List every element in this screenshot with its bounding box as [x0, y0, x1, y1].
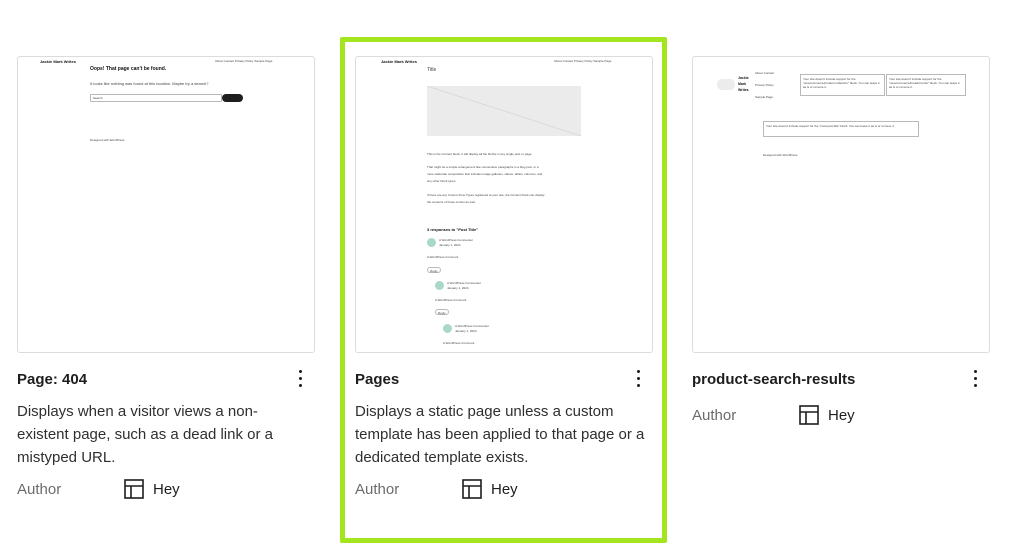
comment-date: January 1, 2024 [439, 243, 461, 247]
avatar [435, 281, 444, 290]
reply-pill: Reply [427, 267, 441, 273]
comment-date: January 1, 2024 [447, 286, 469, 290]
preview-paragraph-3a: If there are any Custom Post Types regis… [427, 193, 545, 197]
card-title[interactable]: Page: 404 [17, 371, 87, 388]
preview-nav: About Contact Privacy Policy Sample Page [215, 59, 273, 63]
preview-nav: About Contact Privacy Policy Sample Page [554, 59, 612, 63]
preview-nav-1: About Contact [755, 71, 775, 75]
template-preview[interactable]: Jackie Mark Writes About Contact Privacy… [692, 56, 990, 353]
preview-nav-3: Sample Page [755, 95, 774, 99]
comment-date: January 1, 2024 [455, 329, 477, 333]
card-author-row: Author Hey [17, 478, 315, 502]
avatar [443, 324, 452, 333]
preview-nav-2: Privacy Policy [755, 83, 774, 87]
author-label: Author [355, 481, 400, 498]
preview-site-name: Jackie Mark Writes [381, 59, 417, 64]
author-name: Hey [828, 407, 855, 424]
card-title[interactable]: product-search-results [692, 371, 855, 388]
preview-paragraph-2c: any other block types. [427, 179, 457, 183]
preview-paragraph-2b: more elaborate composition that includes… [427, 172, 543, 176]
comment-text: A WordPress Comment [443, 341, 475, 345]
author-name: Hey [491, 481, 518, 498]
preview-notice-box: Your site doesn't include support for th… [800, 74, 885, 96]
preview-message: It looks like nothing was found at this … [90, 81, 209, 86]
preview-logo-placeholder [717, 79, 735, 90]
comment-text: A WordPress Comment [427, 255, 459, 259]
preview-site-name-2: Mark [738, 82, 747, 86]
vertical-ellipsis-icon[interactable] [631, 367, 647, 391]
card-author-row: Author Hey [692, 404, 990, 428]
preview-paragraph-1: This is the Content block, it will displ… [427, 152, 533, 156]
author-label: Author [17, 481, 62, 498]
preview-site-name: Jackie Mark Writes [40, 59, 76, 64]
template-preview[interactable]: Jackie Mark Writes About Contact Privacy… [17, 56, 315, 353]
vertical-ellipsis-icon[interactable] [293, 367, 309, 391]
vertical-ellipsis-icon[interactable] [968, 367, 984, 391]
preview-notice-box: Your site doesn't include support for th… [763, 121, 919, 137]
preview-site-name-1: Jackie [738, 76, 749, 80]
comment-author: A WordPress Commenter [439, 238, 473, 242]
reply-pill: Reply [435, 309, 449, 315]
author-name: Hey [153, 481, 180, 498]
preview-heading: Oops! That page can't be found. [90, 66, 167, 72]
card-description: Displays a static page unless a custom t… [355, 403, 645, 466]
preview-notice-box: Your site doesn't include support for th… [886, 74, 966, 96]
preview-image-placeholder [427, 86, 581, 136]
author-label: Author [692, 407, 737, 424]
layout-icon [799, 405, 819, 425]
preview-footer: Designed with WordPress [90, 138, 125, 142]
preview-responses-heading: 3 responses to "Post Title" [427, 227, 479, 232]
comment-author: A WordPress Commenter [455, 324, 489, 328]
card-description: Displays when a visitor views a non-exis… [17, 403, 273, 466]
card-title[interactable]: Pages [355, 371, 399, 388]
card-author-row: Author Hey [355, 478, 653, 502]
preview-paragraph-3b: the contents of those entries as well. [427, 200, 476, 204]
template-preview[interactable]: Jackie Mark Writes About Contact Privacy… [355, 56, 653, 353]
layout-icon [124, 479, 144, 499]
preview-site-name-3: Writes [738, 88, 749, 92]
preview-footer: Designed with WordPress [763, 153, 798, 157]
preview-search-field: Search [90, 94, 222, 102]
preview-search-button [222, 94, 243, 102]
preview-page-title: Title [427, 67, 437, 73]
layout-icon [462, 479, 482, 499]
preview-paragraph-2a: That might be a simple arrangement like … [427, 165, 539, 169]
comment-text: A WordPress Comment [435, 298, 467, 302]
avatar [427, 238, 436, 247]
comment-author: A WordPress Commenter [447, 281, 481, 285]
